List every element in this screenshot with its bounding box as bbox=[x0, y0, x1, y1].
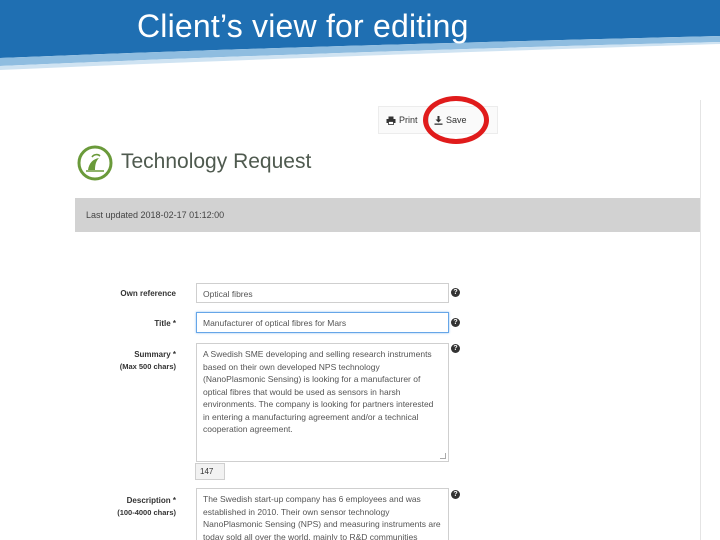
summary-hint: (Max 500 chars) bbox=[119, 362, 176, 371]
help-icon[interactable]: ? bbox=[451, 318, 460, 327]
print-icon bbox=[386, 116, 396, 125]
char-counter: 147 bbox=[195, 463, 225, 480]
summary-label-group: Summary * (Max 500 chars) bbox=[70, 349, 176, 373]
description-hint: (100-4000 chars) bbox=[117, 508, 176, 517]
app-title: Technology Request bbox=[121, 150, 312, 173]
description-label-group: Description * (100-4000 chars) bbox=[70, 495, 176, 519]
title-label: Title * bbox=[154, 319, 176, 328]
summary-label: Summary * bbox=[134, 350, 176, 359]
title-field[interactable]: Manufacturer of optical fibres for Mars bbox=[196, 312, 449, 333]
een-logo bbox=[77, 145, 113, 181]
description-label: Description * bbox=[126, 496, 176, 505]
help-icon[interactable]: ? bbox=[451, 288, 460, 297]
summary-text: A Swedish SME developing and selling res… bbox=[203, 349, 434, 434]
last-updated-bar: Last updated 2018-02-17 01:12:00 bbox=[75, 198, 700, 232]
print-label: Print bbox=[399, 115, 418, 125]
highlight-circle bbox=[423, 96, 489, 144]
print-button[interactable]: Print bbox=[386, 115, 418, 125]
description-textarea[interactable]: The Swedish start-up company has 6 emplo… bbox=[196, 488, 449, 540]
last-updated-text: Last updated 2018-02-17 01:12:00 bbox=[86, 210, 225, 220]
slide-title: Client’s view for editing bbox=[137, 8, 469, 44]
own-reference-label: Own reference bbox=[120, 289, 176, 298]
help-icon[interactable]: ? bbox=[451, 344, 460, 353]
help-icon[interactable]: ? bbox=[451, 490, 460, 499]
own-reference-field[interactable]: Optical fibres bbox=[196, 283, 449, 303]
description-text: The Swedish start-up company has 6 emplo… bbox=[203, 494, 441, 540]
slide-header: Client’s view for editing bbox=[0, 0, 720, 70]
panel-edge bbox=[700, 100, 701, 540]
summary-textarea[interactable]: A Swedish SME developing and selling res… bbox=[196, 343, 449, 462]
resize-handle[interactable] bbox=[440, 453, 446, 459]
